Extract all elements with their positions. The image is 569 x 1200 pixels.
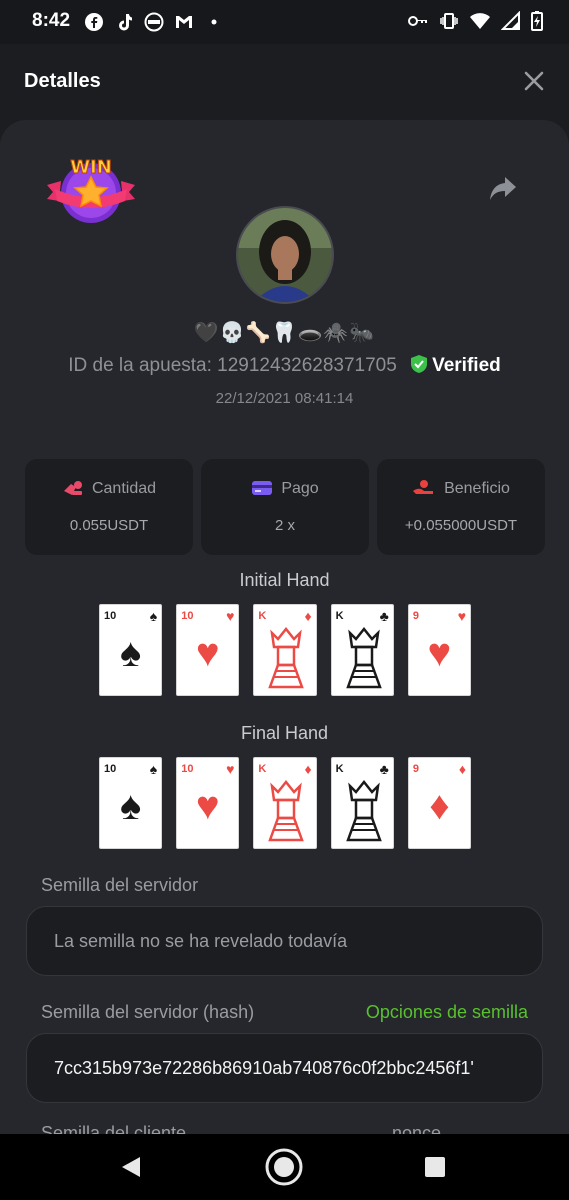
card-rank: 9	[412, 610, 419, 622]
bet-details-panel: WIN 🖤💀🦴🦷🕳️🕷️🐜 ID de la apuesta: 12912432…	[0, 120, 569, 1134]
card-suit-mini: ♠	[149, 761, 158, 777]
battery-icon	[531, 11, 543, 31]
seed-options-link[interactable]: Opciones de semilla	[366, 1002, 528, 1023]
server-seed-hash-field[interactable]: 7cc315b973e72286b86910ab740876c0f2bbc245…	[26, 1033, 543, 1103]
initial-hand-cards: 10 ♠ ♠ 10 ♥ ♥ K ♦ K ♣ 9 ♥ ♥	[99, 604, 472, 696]
win-badge-icon: WIN	[47, 157, 135, 223]
stat-payout-label: Pago	[281, 480, 319, 497]
card-suit-mini: ♥	[226, 761, 235, 777]
card-rank: 10	[181, 610, 194, 622]
bet-id: ID de la apuesta: 12912432628371705	[68, 355, 397, 376]
coins-icon	[63, 481, 82, 495]
card-suit: ♦	[429, 784, 450, 828]
bet-datetime: 22/12/2021 08:41:14	[215, 390, 354, 407]
playing-card: 10 ♥ ♥	[176, 757, 240, 849]
wifi-icon	[470, 13, 490, 29]
system-nav-bar	[0, 1134, 569, 1200]
server-seed-hash-label: Semilla del servidor (hash)	[41, 1002, 255, 1022]
card-suit-mini: ♥	[457, 608, 467, 624]
card-rank: 9	[412, 763, 419, 775]
client-seed-label: Semilla del cliente	[41, 1123, 187, 1134]
card-suit: ♠	[119, 784, 142, 828]
card-rank: 10	[104, 763, 117, 775]
card-suit-mini: ♦	[304, 608, 312, 624]
card-rank: K	[335, 763, 344, 775]
playing-card: 10 ♥ ♥	[176, 604, 240, 696]
vibrate-icon	[440, 13, 458, 29]
card-suit-mini: ♦	[458, 761, 467, 777]
card-rank: K	[258, 763, 267, 775]
tiktok-icon	[119, 14, 132, 31]
card-rank: 10	[104, 610, 117, 622]
web-icon	[144, 12, 164, 32]
stat-amount-label: Cantidad	[91, 480, 157, 497]
signal-icon	[501, 11, 520, 30]
card-suit: ♥	[427, 631, 452, 675]
card-suit-mini: ♥	[226, 608, 235, 624]
stat-profit-value: +0.055000USDT	[404, 517, 518, 534]
facebook-icon	[85, 13, 103, 31]
nonce-label: nonce	[392, 1123, 442, 1134]
card-rank: K	[335, 610, 344, 622]
playing-card: K ♣	[330, 604, 394, 696]
card-suit-mini: ♦	[304, 761, 312, 777]
card-suit-mini: ♠	[149, 608, 158, 624]
hand-coin-icon	[413, 480, 434, 494]
server-seed-field[interactable]: La semilla no se ha revelado todavía	[26, 906, 543, 976]
status-time: 8:42	[32, 10, 71, 31]
dialog-header: Detalles	[0, 44, 569, 120]
card-suit: ♥	[195, 784, 220, 828]
gmail-icon	[176, 16, 192, 28]
card-rank: 10	[181, 763, 194, 775]
bet-stats: Cantidad 0.055USDT Pago 2 x Beneficio +0…	[25, 459, 545, 555]
server-seed-label: Semilla del servidor	[41, 875, 199, 895]
playing-card: 9 ♥ ♥	[407, 604, 472, 696]
card-suit: ♠	[119, 631, 142, 675]
stat-payout: Pago 2 x	[201, 459, 369, 555]
home-icon[interactable]	[264, 1147, 304, 1187]
playing-card: K ♦	[253, 757, 317, 849]
king-figure-icon	[345, 626, 382, 689]
final-hand-cards: 10 ♠ ♠ 10 ♥ ♥ K ♦ K ♣ 9 ♦ ♦	[99, 757, 472, 849]
stat-amount: Cantidad 0.055USDT	[25, 459, 193, 555]
playing-card: 10 ♠ ♠	[99, 757, 163, 849]
svg-text:WIN: WIN	[70, 157, 112, 178]
close-icon[interactable]	[523, 70, 545, 92]
verified-label: Verified	[432, 355, 501, 376]
card-icon	[252, 481, 273, 495]
playing-card: K ♦	[253, 604, 317, 696]
recent-apps-icon[interactable]	[425, 1157, 445, 1177]
share-icon[interactable]	[489, 175, 517, 201]
king-figure-icon	[345, 779, 382, 842]
card-suit: ♥	[195, 631, 220, 675]
page-title: Detalles	[24, 70, 101, 92]
king-figure-icon	[268, 779, 305, 842]
more-notifications-icon	[211, 19, 217, 25]
user-emoji-name: 🖤💀🦴🦷🕳️🕷️🐜	[193, 322, 376, 344]
bet-id-row: ID de la apuesta: 12912432628371705 Veri…	[0, 354, 569, 377]
king-figure-icon	[268, 626, 305, 689]
stat-profit: Beneficio +0.055000USDT	[377, 459, 545, 555]
verified-shield-icon	[411, 355, 428, 373]
stat-profit-label: Beneficio	[444, 480, 510, 497]
playing-card: K ♣	[330, 757, 394, 849]
stat-amount-value: 0.055USDT	[69, 517, 149, 534]
playing-card: 9 ♦ ♦	[407, 757, 472, 849]
card-rank: K	[258, 610, 267, 622]
back-icon[interactable]	[120, 1156, 142, 1178]
status-bar: 8:42	[0, 0, 569, 44]
stat-payout-value: 2 x	[274, 517, 295, 534]
card-suit-mini: ♣	[379, 761, 389, 777]
initial-hand-title: Initial Hand	[239, 570, 330, 590]
playing-card: 10 ♠ ♠	[99, 604, 163, 696]
card-suit-mini: ♣	[379, 608, 389, 624]
avatar-photo	[238, 208, 332, 302]
final-hand-title: Final Hand	[240, 723, 329, 743]
avatar	[236, 206, 334, 304]
vpn-key-icon	[408, 16, 427, 26]
